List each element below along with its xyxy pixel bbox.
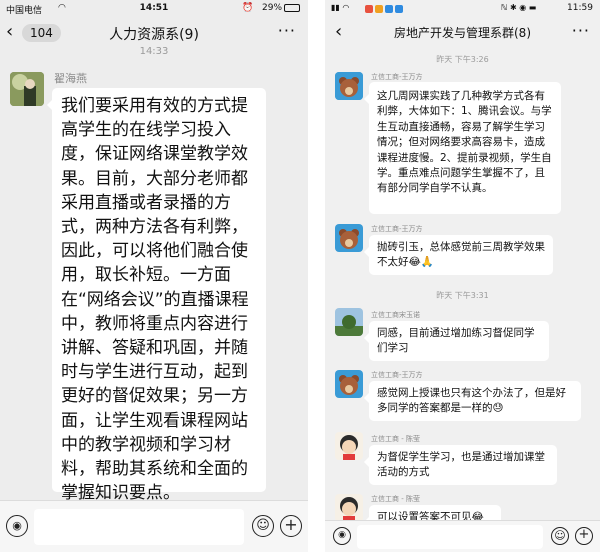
battery-icon bbox=[284, 4, 300, 12]
battery-percent: 29% bbox=[262, 3, 283, 13]
avatar[interactable] bbox=[335, 308, 363, 336]
sender-name: 立信工商-王万方 bbox=[371, 73, 423, 81]
landscape-avatar-icon bbox=[335, 308, 363, 336]
input-bar: ◉ ☺ + bbox=[0, 500, 308, 552]
timestamp: 14:33 bbox=[139, 46, 169, 57]
cartoon-girl-avatar-icon bbox=[335, 432, 363, 460]
alarm-icon: ⏰ bbox=[242, 3, 254, 13]
sender-name: 立信工商宋玉诺 bbox=[371, 311, 420, 319]
app-notification-icon bbox=[375, 5, 383, 13]
avatar[interactable] bbox=[335, 494, 363, 522]
right-chat-screen: ▮▮ ◠ ℕ ✱ ◉ ▬ 11:59 ‹ 房地产开发与管理系群(8) ··· 昨… bbox=[325, 0, 600, 552]
plus-icon[interactable]: + bbox=[575, 527, 593, 545]
avatar[interactable] bbox=[335, 72, 363, 100]
status-bar: 中国电信 ◠ 14:51 ⏰ 29% bbox=[0, 0, 308, 18]
message-input[interactable] bbox=[357, 525, 543, 549]
message-text: 同感，目前通过增加练习督促同学们学习 bbox=[377, 327, 535, 354]
app-notification-icon bbox=[385, 5, 393, 13]
plus-icon[interactable]: + bbox=[280, 515, 302, 537]
avatar[interactable] bbox=[335, 224, 363, 252]
timestamp: 昨天 下午3:31 bbox=[436, 291, 489, 300]
message-bubble[interactable]: 同感，目前通过增加练习督促同学们学习 bbox=[364, 321, 549, 361]
message-bubble[interactable]: 这几周网课实践了几种教学方式各有利弊，大体如下：1、腾讯会议。与学生互动直接通畅… bbox=[364, 82, 561, 214]
message-text: 感觉网上授课也只有这个办法了，但是好多同学的答案都是一样的😓 bbox=[377, 387, 566, 414]
bear-avatar-icon bbox=[335, 224, 363, 252]
app-notification-icon bbox=[395, 5, 403, 13]
voice-icon[interactable]: ◉ bbox=[6, 515, 28, 537]
left-chat-screen: 中国电信 ◠ 14:51 ⏰ 29% ‹ 104 人力资源系(9) ··· 14… bbox=[0, 0, 308, 552]
avatar[interactable] bbox=[335, 432, 363, 460]
bear-avatar-icon bbox=[335, 72, 363, 100]
bear-avatar-icon bbox=[335, 370, 363, 398]
chat-title: 人力资源系(9) bbox=[109, 27, 199, 43]
avatar-photo-icon bbox=[10, 72, 44, 106]
message-bubble[interactable]: 我们要采用有效的方式提高学生的在线学习投入度，保证网络课堂教学效果。目前，大部分… bbox=[47, 88, 266, 503]
avatar[interactable] bbox=[335, 370, 363, 398]
more-icon[interactable]: ··· bbox=[572, 21, 590, 40]
sender-name: 立信工商 - 陈莹 bbox=[371, 435, 420, 443]
chat-header: ‹ 104 人力资源系(9) ··· bbox=[0, 18, 308, 48]
message-input[interactable] bbox=[34, 509, 244, 545]
sender-name: 立信工商 - 陈莹 bbox=[371, 495, 420, 503]
emoji-icon[interactable]: ☺ bbox=[252, 515, 274, 537]
chat-header: ‹ 房地产开发与管理系群(8) ··· bbox=[325, 18, 600, 48]
avatar[interactable] bbox=[10, 72, 44, 106]
message-text: 我们要采用有效的方式提高学生的在线学习投入度，保证网络课堂教学效果。目前，大部分… bbox=[61, 96, 249, 504]
voice-icon[interactable]: ◉ bbox=[333, 527, 351, 545]
app-notification-icon bbox=[365, 5, 373, 13]
sender-name: 立信工商-王万方 bbox=[371, 371, 423, 379]
emoji-icon[interactable]: ☺ bbox=[551, 527, 569, 545]
input-bar: ◉ ☺ + bbox=[325, 520, 600, 552]
message-text: 这几周网课实践了几种教学方式各有利弊，大体如下：1、腾讯会议。与学生互动直接通畅… bbox=[377, 90, 552, 195]
message-text: 抛砖引玉，总体感觉前三周教学效果不太好😂🙏 bbox=[377, 241, 545, 268]
status-icons: ℕ ✱ ◉ ▬ bbox=[501, 3, 537, 12]
sender-name: 翟海燕 bbox=[54, 72, 87, 85]
sender-name: 立信工商-王万方 bbox=[371, 225, 423, 233]
more-icon[interactable]: ··· bbox=[278, 21, 296, 40]
message-bubble[interactable]: 为督促学生学习，也是通过增加课堂活动的方式 bbox=[364, 445, 557, 485]
message-bubble[interactable]: 感觉网上授课也只有这个办法了，但是好多同学的答案都是一样的😓 bbox=[364, 381, 581, 421]
message-bubble[interactable]: 抛砖引玉，总体感觉前三周教学效果不太好😂🙏 bbox=[364, 235, 553, 275]
cartoon-girl-avatar-icon bbox=[335, 494, 363, 522]
chat-title: 房地产开发与管理系群(8) bbox=[394, 26, 531, 40]
message-text: 为督促学生学习，也是通过增加课堂活动的方式 bbox=[377, 451, 545, 478]
status-bar: ▮▮ ◠ ℕ ✱ ◉ ▬ 11:59 bbox=[325, 0, 600, 18]
signal-icon: ▮▮ ◠ bbox=[331, 3, 350, 12]
timestamp: 昨天 下午3:26 bbox=[436, 55, 489, 64]
clock: 11:59 bbox=[567, 3, 593, 13]
